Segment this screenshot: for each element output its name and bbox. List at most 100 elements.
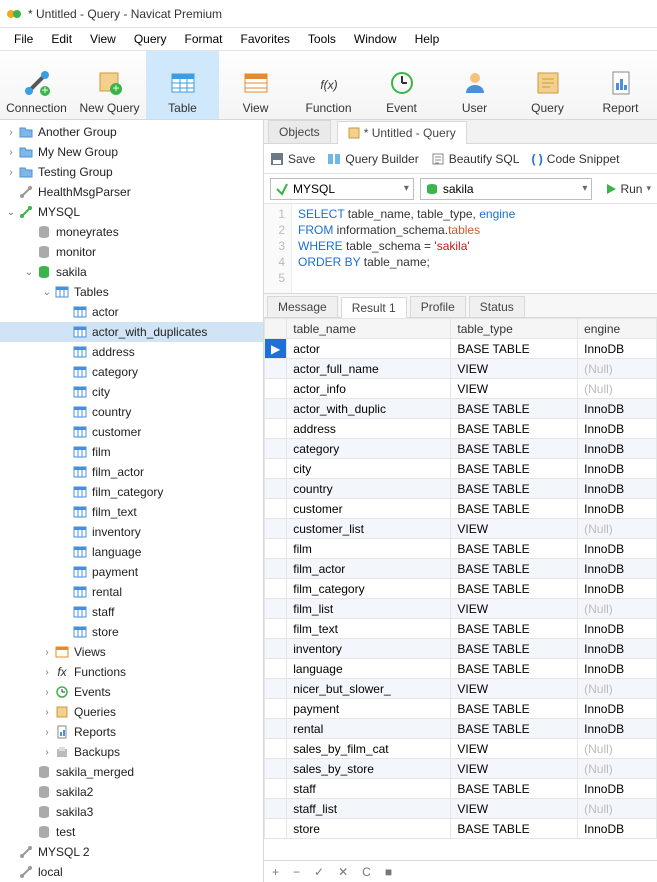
table-row[interactable]: customer_listVIEW(Null) bbox=[265, 519, 657, 539]
table-row[interactable]: ▶actorBASE TABLEInnoDB bbox=[265, 339, 657, 359]
expand-toggle-icon[interactable]: › bbox=[40, 667, 54, 678]
tree-item[interactable]: ⌄Tables bbox=[0, 282, 263, 302]
table-row[interactable]: paymentBASE TABLEInnoDB bbox=[265, 699, 657, 719]
commit-icon[interactable]: ✓ bbox=[314, 865, 324, 879]
table-row[interactable]: staff_listVIEW(Null) bbox=[265, 799, 657, 819]
menu-favorites[interactable]: Favorites bbox=[233, 30, 298, 48]
tree-item[interactable]: sakila_merged bbox=[0, 762, 263, 782]
query-builder-button[interactable]: Query Builder bbox=[327, 152, 418, 166]
expand-toggle-icon[interactable]: › bbox=[40, 707, 54, 718]
tree-item[interactable]: film bbox=[0, 442, 263, 462]
tool-query[interactable]: Query bbox=[511, 51, 584, 119]
result-grid[interactable]: table_nametable_typeengine▶actorBASE TAB… bbox=[264, 318, 657, 860]
menu-query[interactable]: Query bbox=[126, 30, 175, 48]
table-row[interactable]: rentalBASE TABLEInnoDB bbox=[265, 719, 657, 739]
tree-item[interactable]: city bbox=[0, 382, 263, 402]
expand-toggle-icon[interactable]: ⌄ bbox=[4, 207, 18, 218]
tree-item[interactable]: ›Reports bbox=[0, 722, 263, 742]
tree-item[interactable]: test bbox=[0, 822, 263, 842]
sql-editor[interactable]: 12345 SELECT table_name, table_type, eng… bbox=[264, 204, 657, 294]
table-row[interactable]: filmBASE TABLEInnoDB bbox=[265, 539, 657, 559]
tree-item[interactable]: monitor bbox=[0, 242, 263, 262]
menu-help[interactable]: Help bbox=[407, 30, 448, 48]
tree-item[interactable]: category bbox=[0, 362, 263, 382]
tree-item[interactable]: ›Backups bbox=[0, 742, 263, 762]
table-row[interactable]: nicer_but_slower_VIEW(Null) bbox=[265, 679, 657, 699]
tab-objects[interactable]: Objects bbox=[268, 120, 331, 143]
tree-item[interactable]: actor bbox=[0, 302, 263, 322]
tree-item[interactable]: ›My New Group bbox=[0, 142, 263, 162]
tree-item[interactable]: customer bbox=[0, 422, 263, 442]
table-row[interactable]: addressBASE TABLEInnoDB bbox=[265, 419, 657, 439]
menu-view[interactable]: View bbox=[82, 30, 124, 48]
table-row[interactable]: languageBASE TABLEInnoDB bbox=[265, 659, 657, 679]
code-snippet-button[interactable]: ( ) Code Snippet bbox=[531, 152, 619, 166]
tree-item[interactable]: ›Events bbox=[0, 682, 263, 702]
table-row[interactable]: film_actorBASE TABLEInnoDB bbox=[265, 559, 657, 579]
tree-item[interactable]: rental bbox=[0, 582, 263, 602]
table-row[interactable]: storeBASE TABLEInnoDB bbox=[265, 819, 657, 839]
table-row[interactable]: film_textBASE TABLEInnoDB bbox=[265, 619, 657, 639]
tree-item[interactable]: MYSQL 2 bbox=[0, 842, 263, 862]
menu-file[interactable]: File bbox=[6, 30, 41, 48]
table-row[interactable]: categoryBASE TABLEInnoDB bbox=[265, 439, 657, 459]
tree-item[interactable]: country bbox=[0, 402, 263, 422]
save-button[interactable]: Save bbox=[270, 152, 315, 166]
sql-code[interactable]: SELECT table_name, table_type, engine FR… bbox=[292, 204, 521, 293]
schema-select[interactable]: sakila ▾ bbox=[420, 178, 593, 200]
result-tab-status[interactable]: Status bbox=[469, 296, 525, 317]
table-row[interactable]: cityBASE TABLEInnoDB bbox=[265, 459, 657, 479]
expand-toggle-icon[interactable]: › bbox=[4, 147, 18, 158]
table-row[interactable]: sales_by_storeVIEW(Null) bbox=[265, 759, 657, 779]
expand-toggle-icon[interactable]: › bbox=[4, 167, 18, 178]
refresh-icon[interactable]: C bbox=[362, 865, 371, 879]
tree-item[interactable]: moneyrates bbox=[0, 222, 263, 242]
table-row[interactable]: sales_by_film_catVIEW(Null) bbox=[265, 739, 657, 759]
tree-item[interactable]: film_actor bbox=[0, 462, 263, 482]
tree-item[interactable]: staff bbox=[0, 602, 263, 622]
tool-report[interactable]: Report bbox=[584, 51, 657, 119]
tree-item[interactable]: address bbox=[0, 342, 263, 362]
stop-icon[interactable]: ■ bbox=[385, 865, 392, 879]
table-row[interactable]: inventoryBASE TABLEInnoDB bbox=[265, 639, 657, 659]
tool-table[interactable]: Table bbox=[146, 51, 219, 119]
menu-window[interactable]: Window bbox=[346, 30, 405, 48]
table-row[interactable]: staffBASE TABLEInnoDB bbox=[265, 779, 657, 799]
menu-edit[interactable]: Edit bbox=[43, 30, 80, 48]
tree-item[interactable]: language bbox=[0, 542, 263, 562]
table-row[interactable]: film_categoryBASE TABLEInnoDB bbox=[265, 579, 657, 599]
tool-function[interactable]: f(x)Function bbox=[292, 51, 365, 119]
run-button[interactable]: Run ▾ bbox=[604, 182, 651, 196]
tree-item[interactable]: sakila3 bbox=[0, 802, 263, 822]
table-row[interactable]: actor_with_duplicBASE TABLEInnoDB bbox=[265, 399, 657, 419]
cancel-icon[interactable]: ✕ bbox=[338, 865, 348, 879]
tree-item[interactable]: store bbox=[0, 622, 263, 642]
connection-select[interactable]: MYSQL ▾ bbox=[270, 178, 414, 200]
expand-toggle-icon[interactable]: ⌄ bbox=[40, 287, 54, 298]
tree-item[interactable]: ›Testing Group bbox=[0, 162, 263, 182]
tool-new-query[interactable]: +New Query bbox=[73, 51, 146, 119]
column-header[interactable]: table_name bbox=[287, 319, 451, 339]
table-row[interactable]: film_listVIEW(Null) bbox=[265, 599, 657, 619]
result-tab-result-1[interactable]: Result 1 bbox=[341, 297, 407, 318]
column-header[interactable]: table_type bbox=[451, 319, 578, 339]
expand-toggle-icon[interactable]: › bbox=[40, 687, 54, 698]
tree-item[interactable]: ›Another Group bbox=[0, 122, 263, 142]
tree-item[interactable]: ⌄MYSQL bbox=[0, 202, 263, 222]
tree-item[interactable]: ›fxFunctions bbox=[0, 662, 263, 682]
table-row[interactable]: actor_infoVIEW(Null) bbox=[265, 379, 657, 399]
table-row[interactable]: actor_full_nameVIEW(Null) bbox=[265, 359, 657, 379]
tree-item[interactable]: actor_with_duplicates bbox=[0, 322, 263, 342]
tab-query[interactable]: * Untitled - Query bbox=[337, 121, 467, 144]
expand-toggle-icon[interactable]: › bbox=[40, 727, 54, 738]
tree-item[interactable]: film_category bbox=[0, 482, 263, 502]
beautify-sql-button[interactable]: Beautify SQL bbox=[431, 152, 520, 166]
add-row-icon[interactable]: + bbox=[272, 865, 279, 879]
tool-connection[interactable]: +Connection bbox=[0, 51, 73, 119]
tool-view[interactable]: View bbox=[219, 51, 292, 119]
menu-tools[interactable]: Tools bbox=[300, 30, 344, 48]
tree-item[interactable]: local bbox=[0, 862, 263, 882]
tree-item[interactable]: inventory bbox=[0, 522, 263, 542]
connection-tree[interactable]: ›Another Group›My New Group›Testing Grou… bbox=[0, 120, 264, 882]
expand-toggle-icon[interactable]: › bbox=[40, 747, 54, 758]
